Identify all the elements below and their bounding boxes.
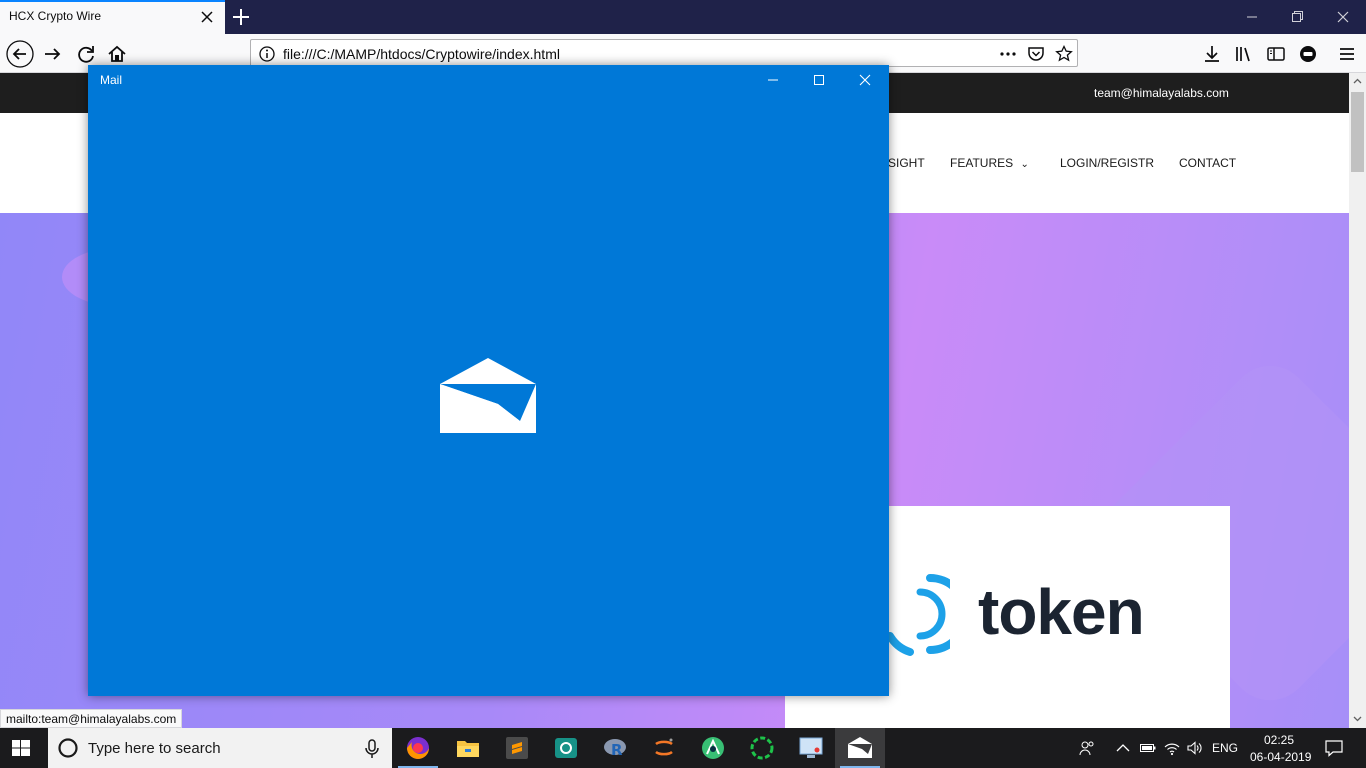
menu-icon[interactable] <box>1336 43 1358 65</box>
link-status-tooltip: mailto:team@himalayalabs.com <box>0 709 183 728</box>
downloads-icon[interactable] <box>1201 43 1223 65</box>
svg-text:R: R <box>611 741 623 759</box>
scrollbar-thumb[interactable] <box>1351 92 1364 172</box>
scroll-up-icon[interactable] <box>1352 76 1363 87</box>
reload-icon[interactable] <box>72 40 100 68</box>
sidebar-icon[interactable] <box>1265 43 1287 65</box>
action-center-icon[interactable] <box>1324 738 1344 758</box>
token-logo-icon <box>880 568 950 662</box>
tab-title: HCX Crypto Wire <box>9 9 102 23</box>
microphone-icon[interactable] <box>363 738 381 760</box>
spinner-app-icon[interactable] <box>748 734 776 762</box>
cortana-icon <box>57 737 79 759</box>
people-icon[interactable] <box>1078 739 1096 757</box>
clock-time[interactable]: 02:25 <box>1264 733 1294 747</box>
tab-close-icon[interactable] <box>198 8 216 26</box>
clock-date[interactable]: 06-04-2019 <box>1250 750 1311 764</box>
url-text: file:///C:/MAMP/htdocs/Cryptowire/index.… <box>283 46 560 62</box>
gitkraken-icon[interactable] <box>552 734 580 762</box>
nav-link-insight[interactable]: SIGHT <box>888 156 925 170</box>
input-language-indicator[interactable]: ENG <box>1212 741 1238 755</box>
bookmark-star-icon[interactable] <box>1054 44 1074 64</box>
scroll-down-icon[interactable] <box>1352 713 1363 724</box>
extension-icon[interactable] <box>1297 43 1319 65</box>
mail-splash-envelope-icon <box>440 357 536 433</box>
page-actions-icon[interactable] <box>998 44 1018 64</box>
mail-icon[interactable] <box>846 734 874 762</box>
battery-icon[interactable] <box>1139 739 1157 757</box>
volume-icon[interactable] <box>1186 739 1204 757</box>
mail-close-icon[interactable] <box>853 70 877 90</box>
page-info-icon[interactable] <box>257 44 277 64</box>
pocket-icon[interactable] <box>1026 44 1046 64</box>
back-icon[interactable] <box>6 40 34 68</box>
window-restore-icon[interactable] <box>1285 6 1309 28</box>
sublime-text-icon[interactable] <box>503 734 531 762</box>
chevron-down-icon: ⌄ <box>1020 159 1029 170</box>
android-studio-icon[interactable] <box>699 734 727 762</box>
window-minimize-icon[interactable] <box>1240 6 1264 28</box>
window-close-icon[interactable] <box>1331 6 1355 28</box>
file-explorer-icon[interactable] <box>454 734 482 762</box>
home-icon[interactable] <box>103 40 131 68</box>
token-wordmark: token <box>978 576 1145 648</box>
r-icon[interactable]: R <box>601 734 629 762</box>
remote-desktop-icon[interactable] <box>797 734 825 762</box>
nav-link-contact[interactable]: CONTACT <box>1179 156 1236 170</box>
nav-link-features-label: FEATURES <box>950 156 1014 170</box>
jupyter-icon[interactable] <box>650 734 678 762</box>
wifi-icon[interactable] <box>1163 739 1181 757</box>
nav-link-features[interactable]: FEATURES ⌄ <box>950 156 1029 170</box>
mail-maximize-icon[interactable] <box>807 70 831 90</box>
firefox-icon[interactable] <box>404 734 432 762</box>
forward-icon[interactable] <box>39 40 67 68</box>
tray-overflow-chevron-icon[interactable] <box>1114 739 1132 757</box>
mail-window-title: Mail <box>100 73 123 87</box>
taskbar-search-placeholder: Type here to search <box>88 740 221 757</box>
nav-link-login[interactable]: LOGIN/REGISTR <box>1060 156 1154 170</box>
library-icon[interactable] <box>1233 43 1255 65</box>
windows-start-icon[interactable] <box>10 737 32 759</box>
site-email-link[interactable]: team@himalayalabs.com <box>1094 86 1229 100</box>
mail-minimize-icon[interactable] <box>761 70 785 90</box>
new-tab-icon[interactable] <box>229 5 253 29</box>
